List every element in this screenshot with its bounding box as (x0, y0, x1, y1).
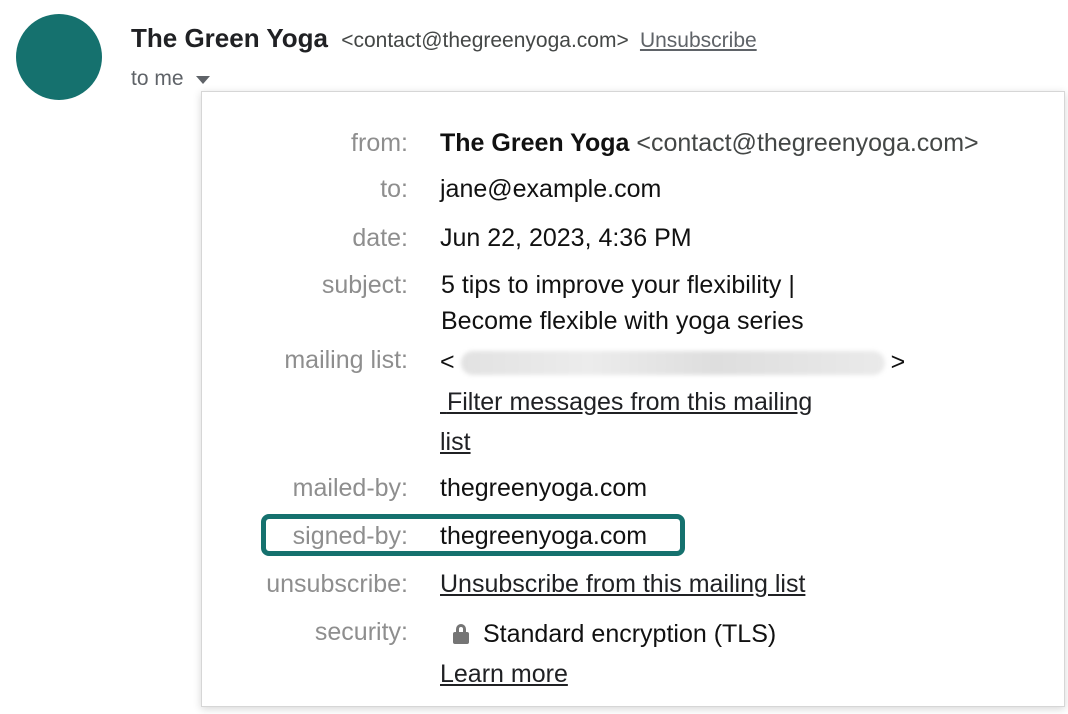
mailing-list-value: < > Filter messages from this mailing list (440, 342, 905, 462)
date-value: Jun 22, 2023, 4:36 PM (440, 224, 692, 252)
mailing-list-close-bracket: > (890, 348, 906, 376)
filter-link-line-1: Filter messages from this mailing (446, 388, 813, 416)
to-label: to: (380, 175, 408, 203)
filter-link-line-2: list (440, 428, 471, 456)
from-email: <contact@thegreenyoga.com> (636, 129, 979, 157)
to-value: jane@example.com (440, 175, 662, 203)
mailing-list-label: mailing list: (284, 346, 408, 374)
recipient-label: to me (131, 67, 184, 90)
subject-label: subject: (321, 271, 408, 299)
unsubscribe-value: Unsubscribe from this mailing list (440, 566, 805, 602)
filter-mailing-list-link[interactable]: Filter messages from this mailing list (440, 388, 812, 456)
sender-email: <contact@thegreenyoga.com> (341, 29, 629, 52)
sender-header: The Green Yoga <contact@thegreenyoga.com… (131, 22, 757, 57)
unsubscribe-mailing-list-link[interactable]: Unsubscribe from this mailing list (440, 570, 805, 598)
subject-line-1: 5 tips to improve your flexibility | (441, 271, 795, 299)
redacted-mailing-list-address (460, 351, 885, 376)
learn-more-link[interactable]: Learn more (440, 660, 568, 688)
signed-by-highlight-box (261, 514, 685, 556)
from-value: The Green Yoga <contact@thegreenyoga.com… (440, 125, 979, 161)
message-details-popup: from: The Green Yoga <contact@thegreenyo… (201, 91, 1065, 707)
security-value: Standard encryption (TLS) Learn more (440, 614, 776, 694)
date-label: date: (352, 224, 408, 252)
sender-name: The Green Yoga (131, 23, 328, 53)
subject-line-2: Become flexible with yoga series (441, 307, 804, 335)
unsubscribe-label: unsubscribe: (266, 570, 408, 598)
unsubscribe-link[interactable]: Unsubscribe (640, 29, 757, 52)
sender-avatar[interactable] (16, 14, 102, 100)
from-name: The Green Yoga (440, 129, 630, 157)
recipient-line: to me (131, 66, 210, 92)
mailing-list-open-bracket: < (440, 348, 455, 376)
mailed-by-value: thegreenyoga.com (440, 474, 648, 502)
mailed-by-label: mailed-by: (292, 474, 408, 502)
lock-icon (453, 624, 469, 644)
caret-down-icon[interactable] (195, 76, 210, 84)
from-label: from: (351, 129, 408, 157)
encryption-text: Standard encryption (TLS) (483, 620, 777, 648)
security-label: security: (314, 618, 408, 646)
subject-value: 5 tips to improve your flexibility | Bec… (441, 267, 804, 339)
